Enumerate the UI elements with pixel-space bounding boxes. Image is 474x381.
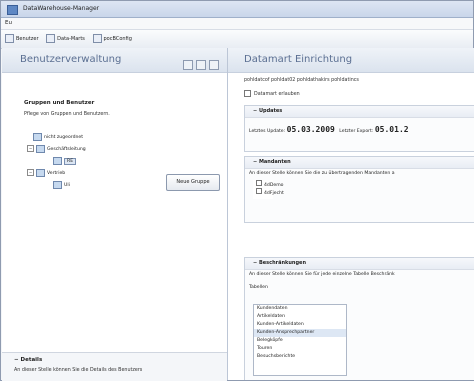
table-list-item[interactable]: Artikeldaten <box>254 313 346 321</box>
updates-row: Letztes Update: 05.03.2009 Letzter Expor… <box>249 125 409 134</box>
updates-box: − Updates Letztes Update: 05.03.2009 Let… <box>244 105 474 152</box>
groups-desc: Pflege von Gruppen und Benutzern. <box>24 112 110 117</box>
panel-title: Benutzerverwaltung <box>20 54 122 65</box>
restrictions-box: − Beschränkungen An dieser Stelle können… <box>244 257 474 380</box>
mandant-item[interactable]: 4dFjecht <box>253 188 284 196</box>
title-bar: DataWarehouse-Manager <box>1 1 473 18</box>
table-list-item[interactable]: Kunden-Ansprechpartner <box>254 329 346 337</box>
mandanten-title: − Mandanten <box>245 157 474 169</box>
toolbar-button-config[interactable]: pocBConfig <box>92 30 132 48</box>
config-icon <box>92 34 102 43</box>
panel-header: Datamart Einrichtung <box>228 48 474 73</box>
database-icon <box>46 34 56 43</box>
tables-label: Tabellen <box>249 285 268 290</box>
checkbox-icon[interactable] <box>256 188 262 194</box>
user-management-panel: Benutzerverwaltung Gruppen und Benutzer … <box>2 48 228 381</box>
menu-item-file[interactable]: Eu <box>5 20 12 26</box>
panel-icons <box>180 55 219 74</box>
menu-bar: Eu <box>1 18 473 30</box>
table-list-item[interactable]: Belegköpfe <box>254 337 346 345</box>
last-update-value: 05.03.2009 <box>286 125 335 134</box>
datamart-path: pohldatcof pohldat02 pohldathakirs pohld… <box>244 78 359 83</box>
table-list-item[interactable]: Kundendaten <box>254 305 346 313</box>
table-list-item[interactable]: Besuchsberichte <box>254 353 346 361</box>
toolbar-button-users[interactable]: Benutzer <box>5 30 39 48</box>
groups-title: Gruppen und Benutzer <box>24 100 95 106</box>
user-tree: nicht zugeordnet − Geschäftsleitung RE − V… <box>27 132 86 192</box>
table-list-item[interactable]: Kunden-Artikeldaten <box>254 321 346 329</box>
mandanten-box: − Mandanten An dieser Stelle können Sie … <box>244 156 474 223</box>
restrictions-title: − Beschränkungen <box>245 258 474 270</box>
details-section: − Details An dieser Stelle können Sie di… <box>2 352 227 381</box>
tree-node-management[interactable]: − Geschäftsleitung <box>27 144 86 156</box>
mandant-item[interactable]: 4dDemo <box>253 180 284 188</box>
window-title: DataWarehouse-Manager <box>23 5 100 12</box>
toolbar-button-datamarts[interactable]: Data-Marts <box>46 30 85 48</box>
tree-node-unassigned[interactable]: nicht zugeordnet <box>33 132 92 144</box>
group-icon <box>36 168 45 177</box>
app-window: DataWarehouse-Manager Eu Benutzer Data-M… <box>0 0 474 381</box>
checkbox-icon[interactable] <box>256 180 262 186</box>
add-user-icon[interactable] <box>183 60 193 70</box>
tree-node-user-uli[interactable]: Uli <box>53 180 112 192</box>
datamart-checkbox[interactable]: Datamart erlauben <box>244 90 300 97</box>
group-icon <box>33 132 42 141</box>
mandanten-desc: An dieser Stelle können Sie die zu übert… <box>249 171 395 176</box>
add-group-icon[interactable] <box>196 60 206 70</box>
details-title: − Details <box>14 357 43 363</box>
user-icon <box>53 156 62 165</box>
users-icon <box>5 34 14 43</box>
updates-title: − Updates <box>245 106 474 118</box>
app-icon <box>7 5 18 15</box>
tree-node-sales[interactable]: − Vertrieb <box>27 168 86 180</box>
panel-header: Benutzerverwaltung <box>2 48 227 73</box>
datamart-panel: Datamart Einrichtung pohldatcof pohldat0… <box>228 48 474 380</box>
tables-list[interactable]: Kundendaten Artikeldaten Kunden-Artikeldat… <box>253 304 347 376</box>
new-group-button[interactable]: Neue Gruppe <box>166 174 220 191</box>
collapse-icon[interactable]: − <box>27 145 34 152</box>
restrictions-desc: An dieser Stelle können Sie für jede ein… <box>249 272 395 277</box>
group-icon <box>36 144 45 153</box>
panel-title: Datamart Einrichtung <box>244 54 353 65</box>
user-icon <box>53 180 62 189</box>
last-export-value: 05.01.2 <box>374 125 409 134</box>
details-desc: An dieser Stelle können Sie die Details … <box>14 368 143 373</box>
mandanten-list: 4dDemo 4dFjecht <box>253 180 284 199</box>
table-list-item[interactable]: Touren <box>254 345 346 353</box>
delete-icon[interactable] <box>209 60 219 70</box>
checkbox-icon[interactable] <box>244 90 251 97</box>
toolbar: Benutzer Data-Marts pocBConfig <box>1 30 473 49</box>
collapse-icon[interactable]: − <box>27 169 34 176</box>
tree-node-user-re[interactable]: RE <box>53 156 112 168</box>
